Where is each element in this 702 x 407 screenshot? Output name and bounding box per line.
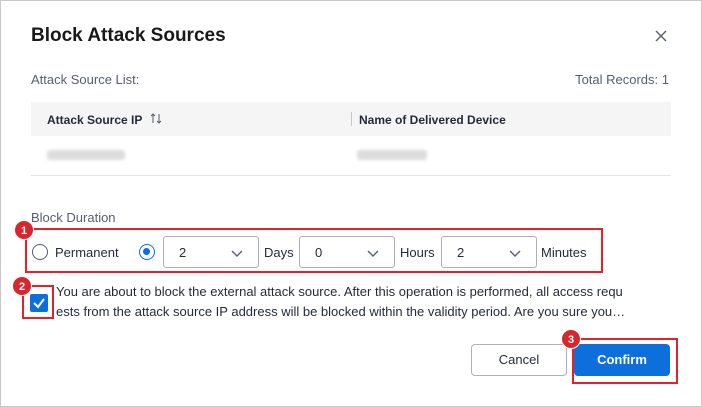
column-header-attack-source-ip[interactable]: Attack Source IP [47, 113, 162, 127]
block-duration-label: Block Duration [31, 210, 116, 225]
sort-icon[interactable] [150, 113, 162, 124]
table-row [31, 136, 671, 176]
total-records-text: Total Records: 1 [575, 72, 669, 87]
step-badge-3: 3 [561, 329, 581, 349]
block-attack-sources-dialog: Block Attack Sources Attack Source List:… [0, 0, 702, 407]
dialog-title: Block Attack Sources [31, 25, 226, 46]
column-divider[interactable] [351, 112, 352, 126]
highlight-box-duration [25, 228, 603, 273]
masked-device-value [357, 150, 427, 160]
column-header-label: Attack Source IP [47, 113, 143, 127]
warning-line-2: ests from the attack source IP address w… [56, 304, 626, 319]
attack-source-list-label: Attack Source List: [31, 72, 140, 87]
cancel-button[interactable]: Cancel [471, 344, 567, 376]
highlight-box-confirm [572, 338, 678, 384]
masked-ip-value [47, 150, 125, 160]
warning-line-1: You are about to block the external atta… [56, 284, 623, 299]
block-warning-text: You are about to block the external atta… [56, 282, 670, 322]
close-icon[interactable] [653, 28, 669, 44]
step-badge-1: 1 [14, 220, 34, 240]
table-header: Attack Source IP Name of Delivered Devic… [31, 102, 671, 136]
step-badge-2: 2 [12, 276, 32, 296]
column-header-delivered-device: Name of Delivered Device [359, 113, 506, 127]
total-records: Total Records: 1 [575, 72, 669, 87]
